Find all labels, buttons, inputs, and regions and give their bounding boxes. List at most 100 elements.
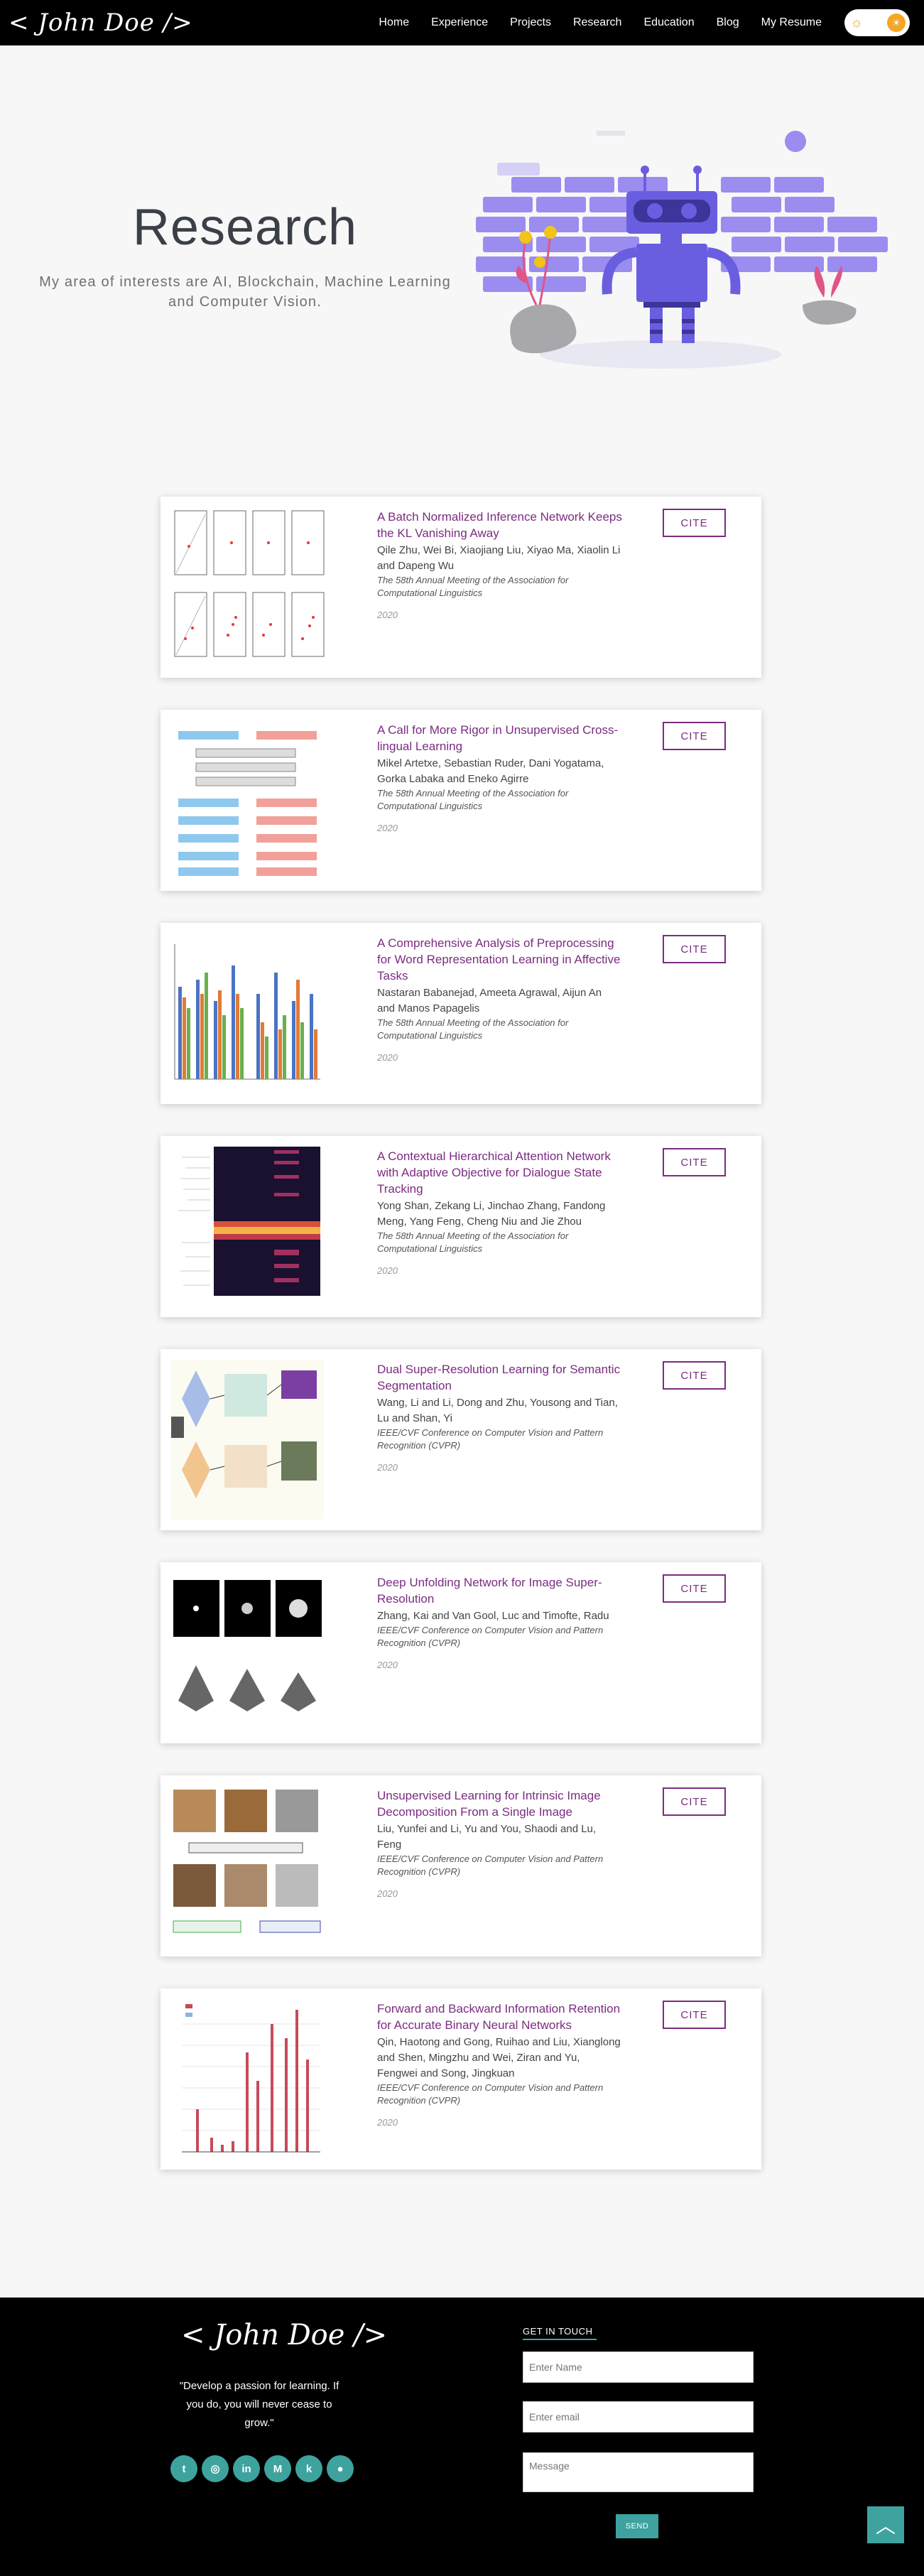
theme-toggle[interactable]: ☼ ☀ [844,9,910,36]
twitter-icon[interactable]: t [170,2455,197,2482]
nav-link-resume[interactable]: My Resume [761,16,822,29]
paper-card: Dual Super-Resolution Learning for Seman… [161,1349,761,1530]
paper-thumbnail [168,1356,327,1523]
paper-venue: IEEE/CVF Conference on Computer Vision a… [377,1427,604,1451]
paper-info: A Batch Normalized Inference Network Kee… [377,509,622,620]
nav-right: Home Experience Projects Research Educat… [357,9,910,36]
paper-year: 2020 [377,823,398,833]
footer-quote: "Develop a passion for learning. If you … [179,2380,339,2429]
sun-icon: ☼ [850,14,864,31]
paper-venue: The 58th Annual Meeting of the Associati… [377,1230,569,1254]
cite-button[interactable]: CITE [663,1361,726,1390]
paper-card: A Batch Normalized Inference Network Kee… [161,497,761,678]
dribbble-icon[interactable]: ◎ [202,2455,229,2482]
paper-thumbnail [168,1782,327,1949]
paper-year: 2020 [377,1052,398,1063]
paper-authors: Zhang, Kai and Van Gool, Luc and Timofte… [377,1610,609,1622]
paper-venue: IEEE/CVF Conference on Computer Vision a… [377,1853,604,1877]
paper-title[interactable]: Deep Unfolding Network for Image Super-R… [377,1574,622,1607]
paper-card: A Contextual Hierarchical Attention Netw… [161,1136,761,1317]
paper-thumbnail [168,1569,327,1736]
paper-venue: The 58th Annual Meeting of the Associati… [377,575,569,598]
hero-text: Research My area of interests are AI, Bl… [28,198,462,312]
paper-info: A Call for More Rigor in Unsupervised Cr… [377,722,622,833]
paper-year: 2020 [377,2117,398,2128]
heading-underline [523,2339,597,2340]
paper-year: 2020 [377,1462,398,1473]
paper-title[interactable]: A Contextual Hierarchical Attention Netw… [377,1148,622,1197]
robot-illustration [476,131,888,369]
paper-title[interactable]: A Call for More Rigor in Unsupervised Cr… [377,722,622,754]
paper-info: A Contextual Hierarchical Attention Netw… [377,1148,622,1276]
paper-authors: Liu, Yunfei and Li, Yu and You, Shaodi a… [377,1823,597,1851]
paper-info: Deep Unfolding Network for Image Super-R… [377,1574,622,1670]
hero-subtitle: My area of interests are AI, Blockchain,… [39,274,451,310]
paper-thumbnail [168,1996,327,2163]
paper-authors: Nastaran Babanejad, Ameeta Agrawal, Aiju… [377,987,602,1014]
page-title: Research [132,199,358,256]
paper-year: 2020 [377,610,398,620]
name-input[interactable] [523,2352,754,2383]
cite-button[interactable]: CITE [663,1574,726,1603]
paper-info: A Comprehensive Analysis of Preprocessin… [377,935,622,1063]
paper-card: Deep Unfolding Network for Image Super-R… [161,1562,761,1743]
cite-button[interactable]: CITE [663,509,726,537]
paper-card: A Call for More Rigor in Unsupervised Cr… [161,710,761,891]
paper-venue: The 58th Annual Meeting of the Associati… [377,1017,569,1041]
paper-info: Unsupervised Learning for Intrinsic Imag… [377,1787,622,1899]
paper-title[interactable]: Unsupervised Learning for Intrinsic Imag… [377,1787,622,1820]
nav-link-home[interactable]: Home [379,16,409,29]
paper-thumbnail [168,717,327,884]
top-nav: < John Doe /> Home Experience Projects R… [0,0,924,45]
paper-year: 2020 [377,1265,398,1276]
research-list: A Batch Normalized Inference Network Kee… [0,429,924,2170]
paper-thumbnail [168,504,327,671]
paper-card: Unsupervised Learning for Intrinsic Imag… [161,1775,761,1957]
cite-button[interactable]: CITE [663,722,726,750]
cite-button[interactable]: CITE [663,1787,726,1816]
message-input[interactable] [523,2452,754,2492]
hero-section: Research My area of interests are AI, Bl… [0,45,924,429]
scroll-top-button[interactable]: ︿ [867,2506,904,2543]
kaggle-icon[interactable]: k [295,2455,322,2482]
paper-card: Forward and Backward Information Retenti… [161,1988,761,2170]
email-input[interactable] [523,2401,754,2432]
cite-button[interactable]: CITE [663,1148,726,1176]
paper-authors: Mikel Artetxe, Sebastian Ruder, Dani Yog… [377,757,604,785]
paper-authors: Qin, Haotong and Gong, Ruihao and Liu, X… [377,2036,621,2079]
paper-title[interactable]: A Comprehensive Analysis of Preprocessin… [377,935,622,984]
paper-venue: The 58th Annual Meeting of the Associati… [377,788,569,811]
nav-link-experience[interactable]: Experience [431,16,488,29]
linkedin-icon[interactable]: in [233,2455,260,2482]
footer: < John Doe /> "Develop a passion for lea… [0,2298,924,2576]
paper-thumbnail [168,1143,327,1310]
medium-icon[interactable]: M [264,2455,291,2482]
paper-card: A Comprehensive Analysis of Preprocessin… [161,923,761,1104]
nav-links: Home Experience Projects Research Educat… [357,16,822,29]
paper-info: Dual Super-Resolution Learning for Seman… [377,1361,622,1473]
nav-link-blog[interactable]: Blog [717,16,739,29]
nav-link-education[interactable]: Education [643,16,694,29]
footer-logo[interactable]: < John Doe /> [181,2319,387,2352]
paper-authors: Wang, Li and Li, Dong and Zhu, Yousong a… [377,1397,618,1424]
send-button[interactable]: SEND [616,2514,658,2538]
paper-title[interactable]: A Batch Normalized Inference Network Kee… [377,509,622,541]
social-links: t ◎ in M k ● [170,2455,358,2482]
github-icon[interactable]: ● [327,2455,354,2482]
paper-info: Forward and Backward Information Retenti… [377,2001,622,2128]
get-in-touch-heading: GET IN TOUCH [523,2326,593,2337]
paper-venue: IEEE/CVF Conference on Computer Vision a… [377,2082,604,2106]
nav-link-projects[interactable]: Projects [510,16,551,29]
site-logo[interactable]: < John Doe /> [9,9,193,37]
paper-authors: Yong Shan, Zekang Li, Jinchao Zhang, Fan… [377,1200,606,1228]
paper-venue: IEEE/CVF Conference on Computer Vision a… [377,1625,604,1648]
chevron-up-icon: ︿ [875,2515,896,2537]
paper-year: 2020 [377,1888,398,1899]
cite-button[interactable]: CITE [663,935,726,963]
paper-title[interactable]: Forward and Backward Information Retenti… [377,2001,622,2033]
paper-title[interactable]: Dual Super-Resolution Learning for Seman… [377,1361,622,1394]
cite-button[interactable]: CITE [663,2001,726,2029]
paper-authors: Qile Zhu, Wei Bi, Xiaojiang Liu, Xiyao M… [377,544,621,572]
paper-thumbnail [168,930,327,1097]
nav-link-research[interactable]: Research [573,16,621,29]
